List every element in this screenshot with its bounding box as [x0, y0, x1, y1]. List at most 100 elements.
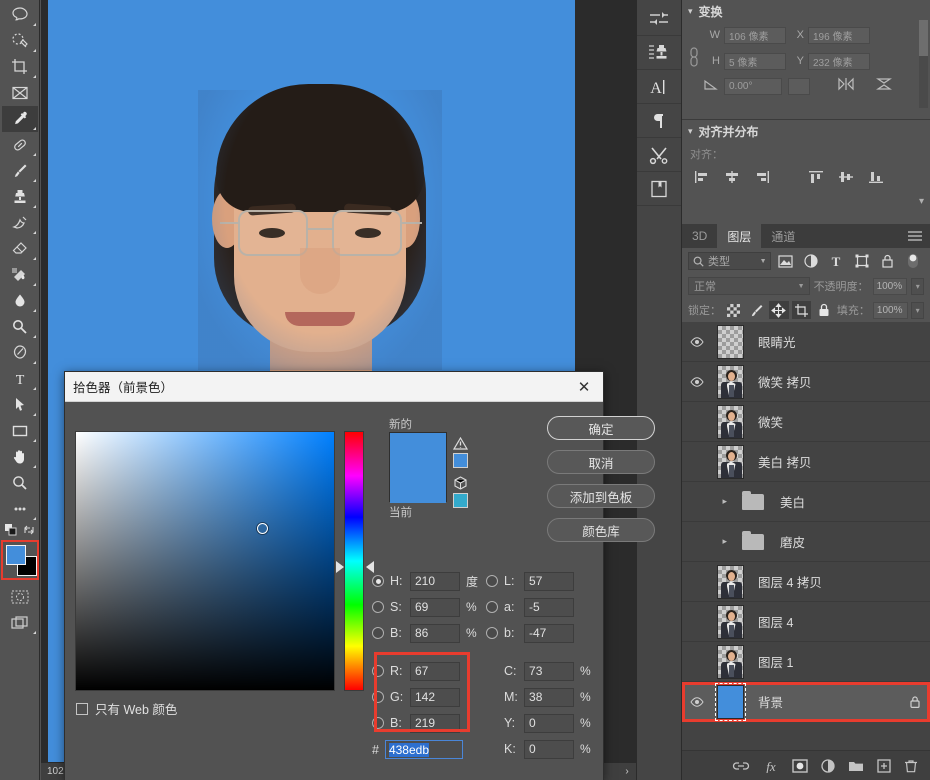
not-web-safe-warning-icon[interactable] — [453, 474, 473, 492]
layer-name[interactable]: 眼睛光 — [750, 332, 930, 351]
radio-g[interactable] — [372, 691, 384, 703]
tab-layers[interactable]: 图层 — [717, 224, 762, 248]
table-row[interactable]: 图层 4 — [682, 602, 930, 642]
layer-mask-icon[interactable] — [792, 758, 808, 773]
character-icon[interactable]: A — [637, 70, 681, 104]
radio-l[interactable] — [486, 575, 499, 587]
default-and-swap-colors[interactable] — [1, 522, 39, 538]
input-g[interactable]: 142 — [410, 687, 460, 707]
hue-slider-handle-left[interactable] — [336, 561, 344, 573]
paragraph-icon[interactable] — [637, 104, 681, 138]
layer-thumbnail[interactable] — [710, 364, 750, 399]
input-k[interactable]: 0 — [524, 739, 575, 759]
layer-name[interactable]: 微笑 — [750, 412, 930, 431]
history-brush-tool[interactable] — [2, 210, 38, 236]
input-a[interactable]: -5 — [524, 597, 575, 617]
lock-all-icon[interactable] — [814, 301, 834, 319]
color-field-cursor[interactable] — [257, 523, 268, 534]
opacity-value[interactable]: 100% — [872, 277, 908, 295]
radio-b-blue[interactable] — [372, 717, 384, 729]
blur-tool[interactable] — [2, 288, 38, 314]
align-top-edges[interactable] — [806, 168, 826, 186]
filter-toggle-icon[interactable] — [902, 251, 924, 271]
radio-b-lab[interactable] — [486, 627, 499, 639]
type-tool[interactable]: T — [2, 366, 38, 392]
input-h[interactable]: 210 — [410, 571, 460, 591]
table-row[interactable]: 美白 拷贝 — [682, 442, 930, 482]
align-vertical-centers[interactable] — [836, 168, 856, 186]
input-m[interactable]: 38 — [524, 687, 575, 707]
status-expand-arrow[interactable]: › — [618, 766, 636, 777]
path-selection-tool[interactable] — [2, 392, 38, 418]
hand-tool[interactable] — [2, 444, 38, 470]
add-to-swatches-button[interactable]: 添加到色板 — [547, 484, 655, 508]
input-b-blue[interactable]: 219 — [410, 713, 460, 733]
radio-a[interactable] — [486, 601, 499, 613]
notes-icon[interactable] — [637, 172, 681, 206]
web-safe-color-chip[interactable] — [453, 493, 468, 508]
layer-name[interactable]: 微笑 拷贝 — [750, 372, 930, 391]
lock-icon[interactable] — [900, 695, 930, 709]
quick-selection-tool[interactable] — [2, 28, 38, 54]
table-row[interactable]: 图层 1 — [682, 642, 930, 682]
transform-panel-scrollbar[interactable] — [919, 20, 928, 108]
fill-stepper[interactable]: ▾ — [911, 301, 924, 319]
pen-tool[interactable] — [2, 340, 38, 366]
saturation-brightness-field[interactable] — [75, 431, 335, 691]
radio-h[interactable] — [372, 575, 384, 587]
table-row[interactable]: 眼睛光 — [682, 322, 930, 362]
tab-3d[interactable]: 3D — [682, 224, 717, 248]
lock-image-pixels-icon[interactable] — [747, 301, 767, 319]
tool-presets-icon[interactable] — [637, 138, 681, 172]
layer-name[interactable]: 图层 4 拷贝 — [750, 572, 930, 591]
input-s[interactable]: 69 — [410, 597, 460, 617]
web-colors-only-row[interactable]: 只有 Web 颜色 — [76, 699, 177, 718]
input-b-lab[interactable]: -47 — [524, 623, 575, 643]
clone-source-icon[interactable] — [637, 36, 681, 70]
close-icon[interactable]: ✕ — [573, 376, 595, 398]
lock-transparent-pixels-icon[interactable] — [724, 301, 744, 319]
tab-channels[interactable]: 通道 — [761, 224, 805, 248]
quick-mask-icon[interactable] — [2, 584, 38, 610]
lasso-tool[interactable] — [2, 2, 38, 28]
new-group-icon[interactable] — [848, 759, 864, 772]
layer-visibility-icon[interactable] — [684, 696, 710, 707]
align-horizontal-centers[interactable] — [722, 168, 742, 186]
transform-panel-header[interactable]: ▾ 变换 — [682, 0, 930, 22]
hue-slider[interactable] — [344, 431, 364, 691]
layer-name[interactable]: 美白 拷贝 — [750, 452, 930, 471]
dodge-tool[interactable] — [2, 314, 38, 340]
y-field[interactable]: 232 像素 — [808, 52, 870, 70]
align-bottom-edges[interactable] — [866, 168, 886, 186]
width-field[interactable]: 106 像素 — [724, 26, 786, 44]
more-tools[interactable] — [2, 496, 38, 522]
radio-s[interactable] — [372, 601, 384, 613]
input-c[interactable]: 73 — [524, 661, 575, 681]
layer-style-icon[interactable]: fx — [763, 759, 779, 773]
opacity-stepper[interactable]: ▾ — [911, 277, 924, 295]
adjustment-layer-icon[interactable] — [821, 758, 835, 773]
layer-thumbnail[interactable] — [710, 564, 750, 599]
angle-field[interactable]: 0.00° — [724, 77, 782, 95]
new-layer-icon[interactable] — [877, 758, 891, 773]
layer-visibility-icon[interactable] — [684, 376, 710, 387]
foreground-color-swatch[interactable] — [5, 545, 26, 565]
lock-artboard-icon[interactable] — [791, 301, 812, 319]
out-of-gamut-warning-icon[interactable] — [453, 434, 473, 452]
brush-tool[interactable] — [2, 158, 38, 184]
blend-mode-select[interactable]: 正常 ▼ — [688, 277, 810, 295]
frame-tool[interactable] — [2, 80, 38, 106]
adjustments-icon[interactable] — [637, 2, 681, 36]
filter-shape-icon[interactable] — [851, 251, 873, 271]
table-row[interactable]: 图层 4 拷贝 — [682, 562, 930, 602]
height-field[interactable]: 5 像素 — [724, 52, 786, 70]
layer-visibility-icon[interactable] — [684, 336, 710, 347]
crop-tool[interactable] — [2, 54, 38, 80]
layer-thumbnail[interactable] — [710, 644, 750, 679]
color-preview-box[interactable] — [389, 432, 447, 503]
foreground-background-color[interactable] — [0, 540, 39, 580]
cancel-button[interactable]: 取消 — [547, 450, 655, 474]
healing-brush-tool[interactable] — [2, 132, 38, 158]
table-row-selected[interactable]: 背景 — [682, 682, 930, 722]
in-gamut-color-chip[interactable] — [453, 453, 468, 468]
